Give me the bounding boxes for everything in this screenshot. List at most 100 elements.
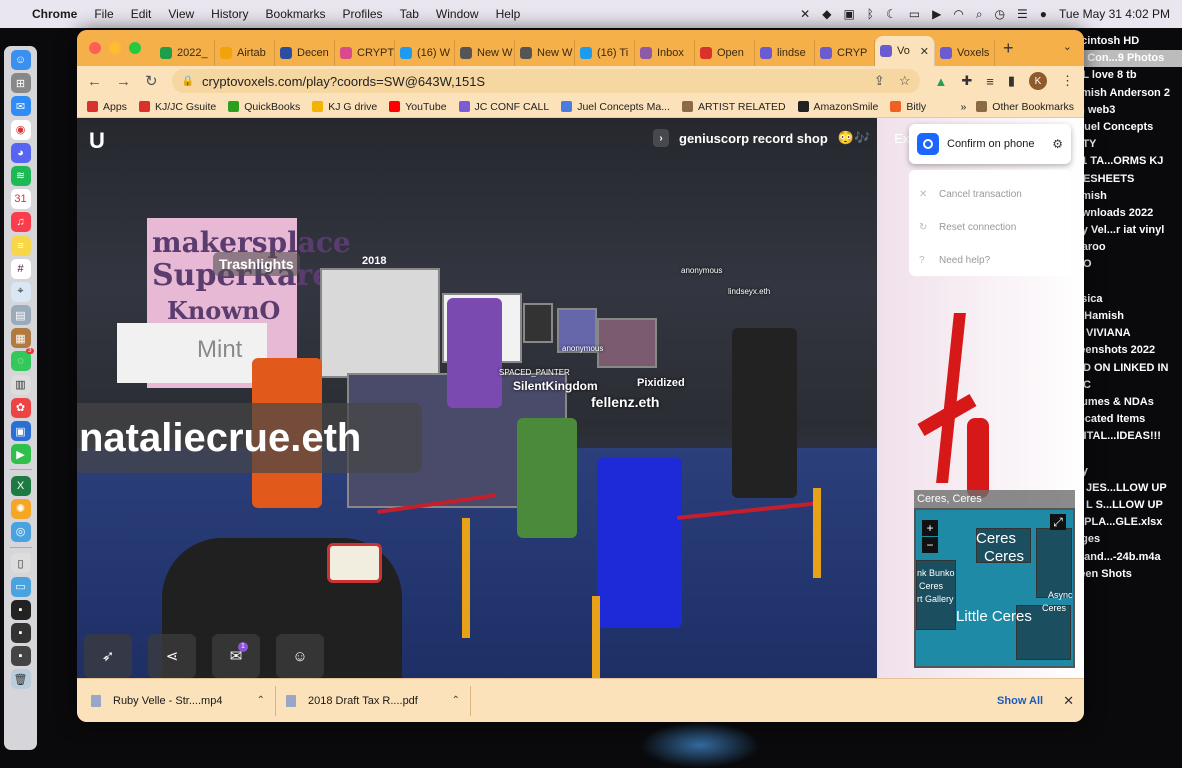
slack-icon[interactable]: # bbox=[10, 258, 31, 279]
close-tab-icon[interactable]: ✕ bbox=[920, 45, 929, 58]
desktop-file-item[interactable]: S bbox=[1075, 274, 1182, 291]
desktop-file-item[interactable]: acintosh HD bbox=[1075, 33, 1182, 50]
desktop-file-item[interactable]: NC bbox=[1075, 377, 1182, 394]
control-center-icon[interactable]: ☰ bbox=[1017, 7, 1028, 21]
close-downloads-icon[interactable]: ✕ bbox=[1063, 693, 1074, 709]
bookmarks-overflow-icon[interactable]: » bbox=[960, 101, 966, 113]
bookmark-item[interactable]: YouTube bbox=[389, 101, 447, 113]
quicktime-icon[interactable]: ◎ bbox=[10, 521, 31, 542]
menu-window[interactable]: Window bbox=[436, 7, 479, 21]
desktop-file-item[interactable]: MPLA...GLE.xlsx bbox=[1075, 514, 1182, 531]
menu-file[interactable]: File bbox=[94, 7, 113, 21]
bookmark-item[interactable]: AmazonSmile bbox=[797, 101, 878, 113]
search-icon[interactable]: ⌕ bbox=[976, 7, 983, 22]
desktop-file-item[interactable]: located Items bbox=[1075, 411, 1182, 428]
download-item-video[interactable]: Ruby Velle - Str....mp4 ⌃ bbox=[91, 685, 276, 716]
desktop-file-item[interactable]: NESHEETS bbox=[1075, 171, 1182, 188]
forward-icon[interactable]: → bbox=[116, 73, 131, 90]
voxels-viewport[interactable]: makersplace SuperRare KnownO Mint 2018 T… bbox=[77, 118, 1084, 678]
launchpad-icon[interactable]: ⊞ bbox=[10, 73, 31, 94]
zoom-window-button[interactable] bbox=[129, 42, 141, 54]
browser-tab[interactable]: CRYPT bbox=[335, 40, 395, 66]
bookmark-item[interactable]: JC CONF CALL bbox=[458, 101, 549, 113]
desktop-file-item[interactable]: C bbox=[1075, 446, 1182, 463]
bookmark-item[interactable]: ARTIST RELATED bbox=[682, 101, 786, 113]
zoom-in-button[interactable]: + bbox=[922, 520, 938, 536]
browser-tab[interactable]: Voxels bbox=[935, 40, 995, 66]
trashlights-tag[interactable]: Trashlights bbox=[213, 252, 300, 276]
archive-icon[interactable]: ▦ bbox=[10, 328, 31, 349]
sidepanel-icon[interactable]: ▮ bbox=[1008, 73, 1015, 89]
nametag-lindseyx[interactable]: lindseyx.eth bbox=[728, 287, 770, 296]
discord-icon[interactable]: ◕ bbox=[10, 142, 31, 163]
browser-tab[interactable]: New W bbox=[515, 40, 575, 66]
new-tab-button[interactable]: + bbox=[1003, 38, 1014, 59]
play-icon[interactable]: ▶ bbox=[932, 7, 941, 21]
show-all-downloads-button[interactable]: Show All bbox=[997, 695, 1043, 707]
desktop-file-item[interactable]: R L S...LLOW UP bbox=[1075, 497, 1182, 514]
wallet-need-help[interactable]: ? Need help? bbox=[919, 244, 1061, 277]
desktop-file-item[interactable]: m web3 bbox=[1075, 102, 1182, 119]
minimize-window-button[interactable] bbox=[109, 42, 121, 54]
drive-extension-icon[interactable]: ▲ bbox=[934, 74, 947, 89]
emoji-icon[interactable]: ☺ bbox=[276, 634, 324, 678]
desktop-file-item[interactable]: el Con...9 Photos bbox=[1075, 50, 1182, 68]
screen-tool-icon[interactable]: ▣ bbox=[10, 421, 31, 441]
lock-icon[interactable]: 🔒 bbox=[182, 76, 194, 87]
desktop-file-item[interactable]: ownloads 2022 bbox=[1075, 205, 1182, 222]
fly-rocket-icon[interactable]: ➶ bbox=[84, 634, 132, 678]
tab-search-icon[interactable]: ⌄ bbox=[1063, 40, 1072, 53]
nametag-fellenz[interactable]: fellenz.eth bbox=[591, 394, 659, 410]
facetime-icon[interactable]: ▶ bbox=[10, 444, 31, 465]
desktop-file-item[interactable]: amish Anderson 2 bbox=[1075, 85, 1182, 102]
screenshot-thumb-icon-2[interactable]: ▪ bbox=[10, 622, 31, 643]
browser-tab[interactable]: 2022_ bbox=[155, 40, 215, 66]
desktop-file-item[interactable]: sumes & NDAs bbox=[1075, 394, 1182, 411]
media-control-icon[interactable]: ≡ bbox=[986, 74, 994, 89]
photos-icon[interactable]: ✺ bbox=[10, 498, 31, 519]
menu-history[interactable]: History bbox=[211, 7, 248, 21]
desktop-file-item[interactable]: EL love 8 tb bbox=[1075, 67, 1182, 84]
calculator-icon[interactable]: ▥ bbox=[10, 374, 31, 395]
bookmark-item[interactable]: QuickBooks bbox=[228, 101, 300, 113]
desktop-file-item[interactable]: /Juel Concepts bbox=[1075, 119, 1182, 136]
menu-profiles[interactable]: Profiles bbox=[343, 7, 383, 21]
photos-app-icon[interactable]: ✿ bbox=[10, 397, 31, 418]
share-icon[interactable]: ⇪ bbox=[874, 73, 885, 89]
maps-icon[interactable]: ⌖ bbox=[10, 281, 31, 302]
desktop-file-item[interactable]: reen Shots bbox=[1075, 566, 1182, 583]
mail-icon[interactable]: ✉ bbox=[10, 96, 31, 117]
desktop-file-item[interactable]: GITAL...IDEAS!!! bbox=[1075, 428, 1182, 445]
nametag-pixidized[interactable]: Pixidized bbox=[637, 377, 685, 389]
desktop-file-item[interactable]: amish bbox=[1075, 188, 1182, 205]
siri-icon[interactable]: ● bbox=[1040, 7, 1047, 21]
menu-view[interactable]: View bbox=[168, 7, 194, 21]
share-icon[interactable]: ⋖ bbox=[148, 634, 196, 678]
screens-icon[interactable]: ▣ bbox=[843, 7, 854, 21]
bookmark-item[interactable]: Bitly bbox=[890, 101, 926, 113]
desktop-file-item[interactable]: reenshots 2022 bbox=[1075, 342, 1182, 359]
desktop-file-item[interactable]: a Hamish bbox=[1075, 308, 1182, 325]
browser-tab[interactable]: New W bbox=[455, 40, 515, 66]
browser-tab[interactable]: Vo ✕ bbox=[875, 36, 935, 66]
zoom-out-button[interactable]: − bbox=[922, 537, 938, 553]
menu-edit[interactable]: Edit bbox=[131, 7, 152, 21]
nametag-spaced-painter[interactable]: SPACED_PAINTER bbox=[499, 368, 570, 377]
calendar-icon[interactable]: 31 bbox=[10, 189, 31, 210]
gear-icon[interactable]: ⚙ bbox=[1052, 137, 1063, 151]
close-window-button[interactable] bbox=[89, 42, 101, 54]
wallet-reset-connection[interactable]: ↻ Reset connection bbox=[919, 211, 1061, 244]
browser-tab[interactable]: Inbox bbox=[635, 40, 695, 66]
screenshot-thumb-icon-3[interactable]: ▪ bbox=[10, 646, 31, 667]
other-bookmarks-folder[interactable]: Other Bookmarks bbox=[976, 101, 1074, 113]
menu-tab[interactable]: Tab bbox=[400, 7, 419, 21]
desktop-file-item[interactable]: 21 TA...ORMS KJ bbox=[1075, 153, 1182, 170]
minimap[interactable]: Ceres Ceres Little Ceres nk Bunko Ceres … bbox=[914, 508, 1075, 668]
nametag-silentkingdom[interactable]: SilentKingdom bbox=[513, 379, 598, 393]
puzzle-icon[interactable]: ✚ bbox=[961, 73, 972, 89]
browser-tab[interactable]: Open bbox=[695, 40, 755, 66]
clock-icon[interactable]: ◷ bbox=[995, 7, 1005, 21]
bookmark-item[interactable]: KJ/JC Gsuite bbox=[138, 101, 216, 113]
trash-icon[interactable]: 🗑 bbox=[10, 669, 31, 690]
wallet-cancel-transaction[interactable]: ✕ Cancel transaction bbox=[919, 178, 1061, 211]
